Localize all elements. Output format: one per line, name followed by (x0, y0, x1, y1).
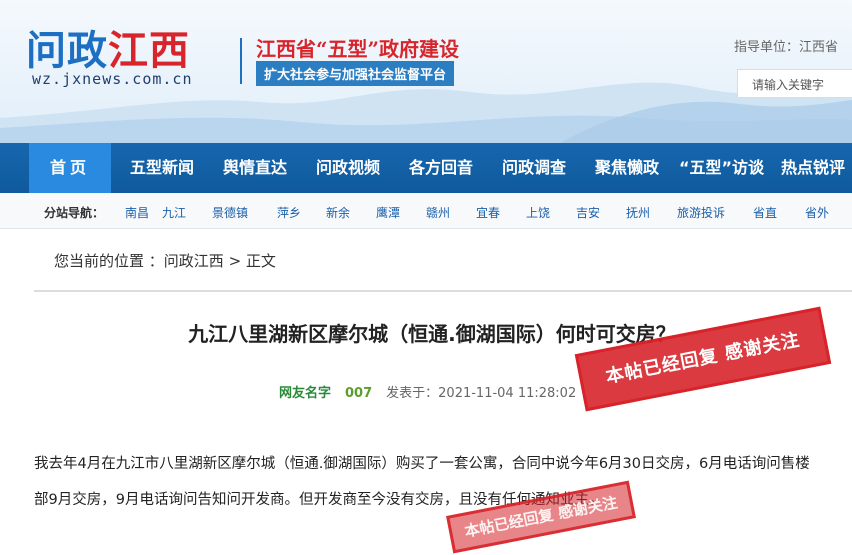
subnav-item[interactable]: 吉安 (576, 204, 600, 221)
nav-survey[interactable]: 问政调查 (502, 143, 566, 193)
nav-interview[interactable]: “五型”访谈 (679, 143, 764, 193)
search-input[interactable]: 请输入关键字 (737, 69, 852, 98)
nav-yuqing[interactable]: 舆情直达 (223, 143, 287, 193)
breadcrumb-sep: > (223, 252, 246, 270)
subnav-item[interactable]: 省直 (753, 204, 777, 221)
main-nav: 首页 五型新闻 舆情直达 问政视频 各方回音 问政调查 聚焦懒政 “五型”访谈 … (0, 143, 852, 193)
subnav-item[interactable]: 九江 (162, 204, 186, 221)
site-header: 问政江西 wz.jxnews.com.cn 江西省“五型”政府建设 扩大社会参与… (0, 0, 852, 143)
subnav-item[interactable]: 旅游投诉 (677, 204, 725, 221)
subnav-item[interactable]: 宜春 (476, 204, 500, 221)
nav-responses[interactable]: 各方回音 (409, 143, 473, 193)
logo-accent: 江西 (108, 28, 190, 74)
subnav-item[interactable]: 景德镇 (212, 204, 248, 221)
nav-home[interactable]: 首页 (29, 143, 111, 193)
subnav-item[interactable]: 赣州 (426, 204, 450, 221)
logo-url: wz.jxnews.com.cn (32, 70, 193, 88)
breadcrumb-prefix: 您当前的位置 ： (54, 252, 164, 270)
breadcrumb: 您当前的位置 ：问政江西 > 正文 (54, 250, 276, 271)
nav-video[interactable]: 问政视频 (316, 143, 380, 193)
logo-main: 问政 (26, 28, 108, 74)
breadcrumb-current[interactable]: 正文 (246, 252, 276, 270)
author-name[interactable]: 网友名字 (279, 386, 331, 401)
divider (34, 290, 852, 292)
nav-hot-comment[interactable]: 热点锐评 (781, 143, 845, 193)
subnav-item[interactable]: 鹰潭 (376, 204, 400, 221)
subnav-item[interactable]: 抚州 (626, 204, 650, 221)
nav-wuxing-news[interactable]: 五型新闻 (130, 143, 194, 193)
site-logo[interactable]: 问政江西 (26, 28, 190, 74)
post-count: 007 (345, 386, 373, 401)
guide-unit: 指导单位：江西省 (734, 40, 839, 55)
article-meta: 网友名字 007 发表于：2021-11-04 11:28:02 (279, 382, 576, 401)
subnav-label: 分站导航： (44, 206, 105, 220)
subnav-item[interactable]: 新余 (326, 204, 350, 221)
post-time: 发表于：2021-11-04 11:28:02 (386, 386, 577, 401)
header-divider (240, 38, 242, 84)
nav-focus[interactable]: 聚焦懒政 (595, 143, 659, 193)
subnav-item[interactable]: 上饶 (526, 204, 550, 221)
article-body: 我去年4月在九江市八里湖新区摩尔城（恒通.御湖国际）购买了一套公寓，合同中说今年… (34, 456, 810, 508)
subnav-item[interactable]: 省外 (805, 204, 829, 221)
subnav-item[interactable]: 南昌 (125, 204, 149, 221)
slogan-title: 江西省“五型”政府建设 (256, 37, 460, 61)
sub-nav: 分站导航： 南昌 九江 景德镇 萍乡 新余 鹰潭 赣州 宜春 上饶 吉安 抚州 … (0, 193, 852, 229)
subnav-item[interactable]: 萍乡 (277, 204, 301, 221)
slogan-sub: 扩大社会参与加强社会监督平台 (256, 61, 455, 86)
breadcrumb-link[interactable]: 问政江西 (164, 252, 224, 270)
